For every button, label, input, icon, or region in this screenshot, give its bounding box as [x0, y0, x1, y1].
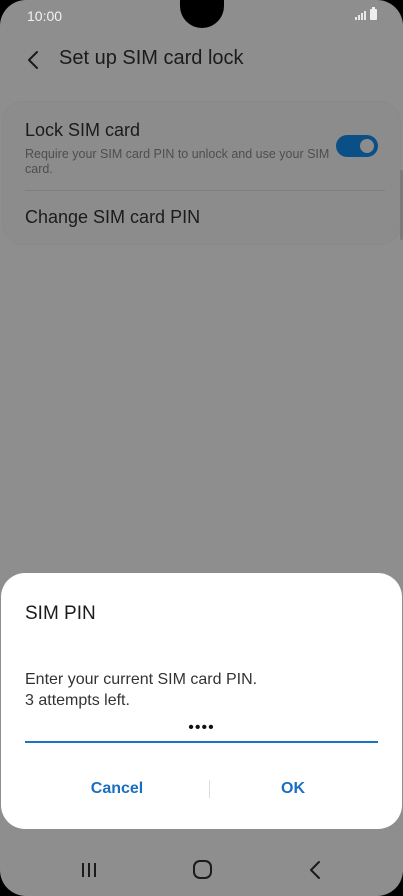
app-bar: Set up SIM card lock — [0, 40, 403, 80]
nav-back-icon[interactable] — [300, 858, 330, 882]
home-icon[interactable] — [187, 858, 217, 882]
battery-icon — [370, 7, 377, 20]
dialog-title: SIM PIN — [25, 603, 96, 624]
lock-sim-toggle[interactable] — [336, 135, 378, 157]
change-sim-pin-row[interactable]: Change SIM card PIN — [25, 207, 200, 228]
status-bar: 10:00 — [0, 0, 403, 34]
cancel-button[interactable]: Cancel — [27, 771, 207, 807]
dialog-attempts-left: 3 attempts left. — [25, 692, 130, 709]
page-title: Set up SIM card lock — [59, 47, 244, 69]
dialog-message-line1: Enter your current SIM card PIN. — [25, 671, 258, 688]
divider — [25, 190, 385, 191]
status-time: 10:00 — [27, 8, 63, 24]
settings-card: Lock SIM card Require your SIM card PIN … — [3, 102, 400, 244]
pin-input[interactable] — [25, 715, 378, 743]
lock-sim-subtitle: Require your SIM card PIN to unlock and … — [25, 147, 330, 176]
screen: 10:00 Set up SIM card lock Lock SIM card… — [0, 0, 403, 896]
recents-icon[interactable] — [74, 858, 104, 882]
lock-sim-title: Lock SIM card — [25, 120, 141, 140]
navigation-bar — [0, 846, 403, 896]
status-icons — [355, 7, 377, 20]
sim-pin-dialog: SIM PIN Enter your current SIM card PIN.… — [1, 573, 402, 829]
toggle-knob — [358, 137, 376, 155]
dialog-actions: Cancel OK — [1, 771, 402, 807]
ok-button[interactable]: OK — [203, 771, 383, 807]
signal-icon — [355, 10, 366, 20]
camera-notch — [180, 0, 224, 28]
lock-sim-row[interactable]: Lock SIM card Require your SIM card PIN … — [25, 120, 355, 177]
back-arrow-icon[interactable] — [20, 46, 48, 74]
dialog-message: Enter your current SIM card PIN. 3 attem… — [25, 669, 257, 711]
